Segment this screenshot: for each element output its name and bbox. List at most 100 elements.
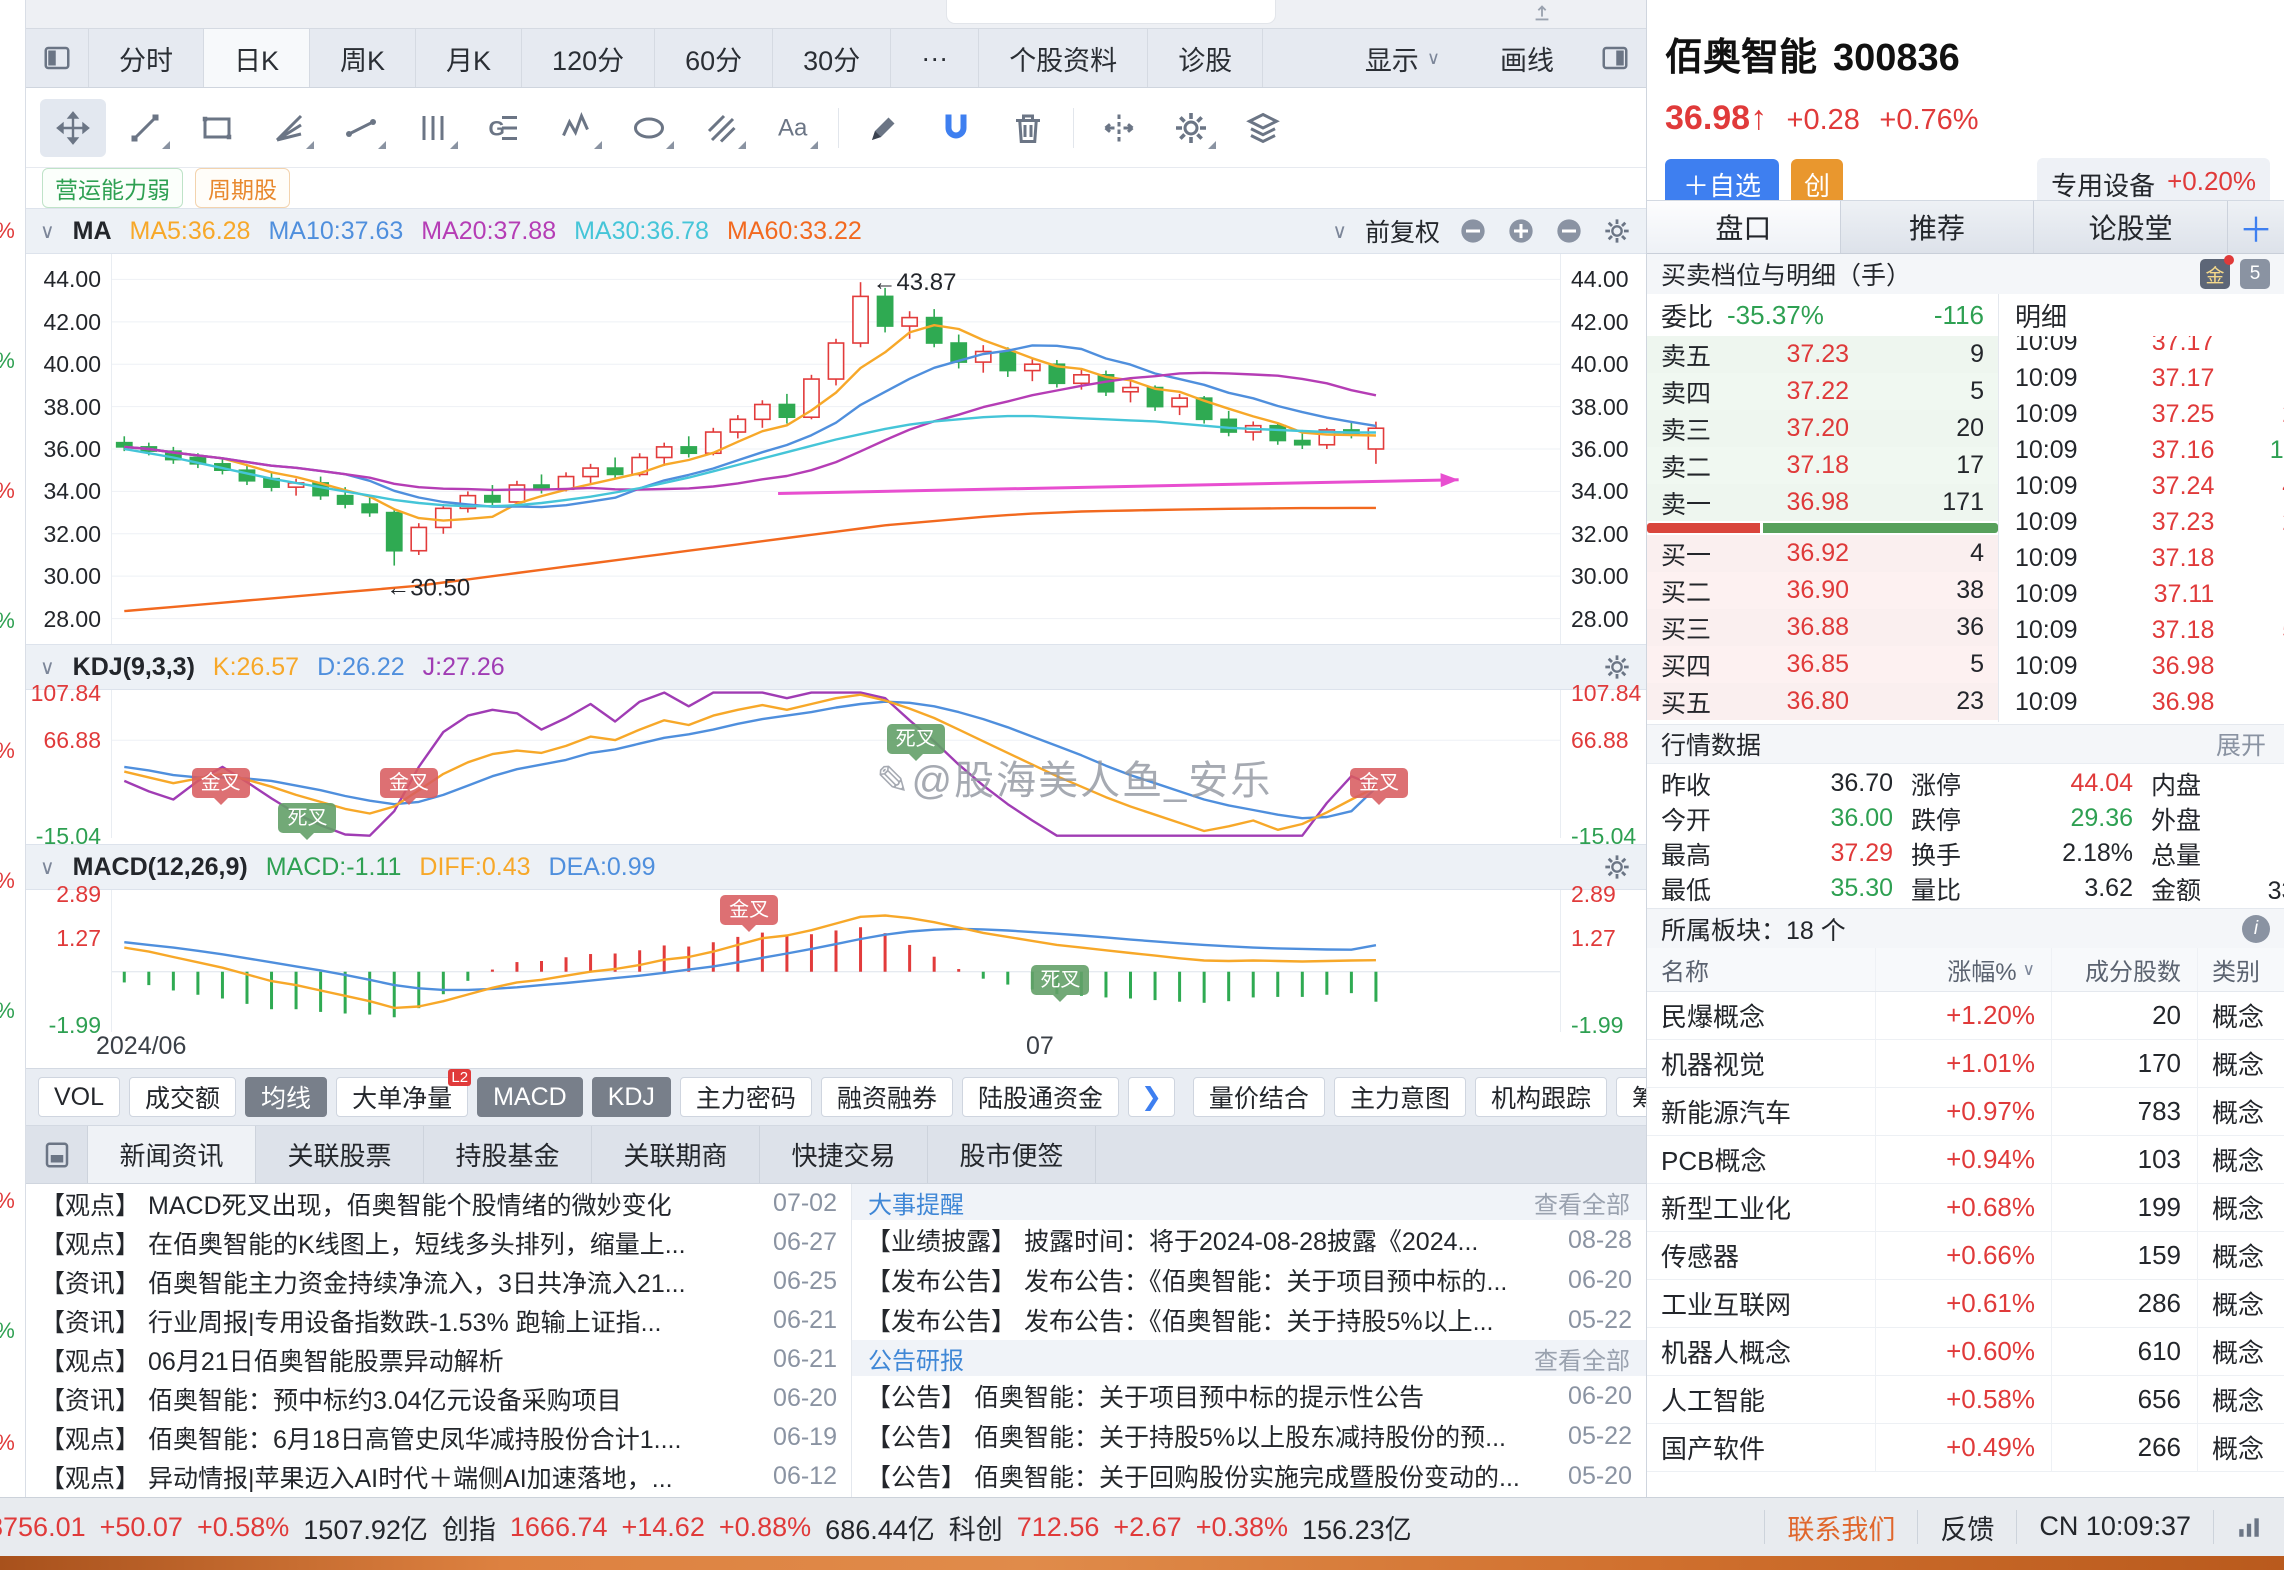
analysis-tab-量价结合[interactable]: 量价结合 <box>1193 1077 1325 1117</box>
info-icon[interactable]: i <box>2242 915 2270 943</box>
gear-icon[interactable] <box>1602 652 1632 682</box>
announcement-item[interactable]: 【业绩披露】披露时间：将于2024-08-28披露《2024...08-28 <box>852 1220 1646 1260</box>
magnet-icon[interactable] <box>923 99 989 157</box>
tab-120分[interactable]: 120分 <box>522 29 655 87</box>
gear-icon[interactable] <box>1602 852 1632 882</box>
tab-日K[interactable]: 日K <box>204 29 310 87</box>
indicator-tab-❯[interactable]: ❯ <box>1128 1077 1175 1117</box>
announcement-item[interactable]: 【发布公告】发布公告：《佰奥智能：关于项目预中标的...06-20 <box>852 1260 1646 1300</box>
announcement-item[interactable]: 【公告】佰奥智能：关于回购股份实施完成暨股份变动的...05-20 <box>852 1456 1646 1496</box>
indicator-tab-大单净量[interactable]: 大单净量L2 <box>336 1077 468 1117</box>
gann-icon[interactable]: G <box>472 99 538 157</box>
sector-row[interactable]: 传感器+0.66%159概念 <box>1647 1232 2284 1280</box>
news-tab-关联股票[interactable]: 关联股票 <box>256 1126 424 1183</box>
news-list-item[interactable]: 【观点】异动情报|苹果迈入AI时代＋端侧AI加速落地，...06-12 <box>26 1457 851 1496</box>
view-all-link[interactable]: 查看全部 <box>1534 1341 1630 1376</box>
news-list-item[interactable]: 【资讯】佰奥智能主力资金持续净流入，3日共净流入21...06-25 <box>26 1262 851 1301</box>
tab-分时[interactable]: 分时 <box>89 29 204 87</box>
price-level-row[interactable]: 卖一36.98171 <box>1647 484 1998 521</box>
sector-row[interactable]: 民爆概念+1.20%20概念 <box>1647 992 2284 1040</box>
toolbar-画线-button[interactable]: 画线 <box>1470 29 1584 87</box>
toolbar-显示-button[interactable]: 显示∨ <box>1335 29 1470 87</box>
sector-row[interactable]: 机器人概念+0.60%610概念 <box>1647 1328 2284 1376</box>
chevron-down-icon[interactable]: ∨ <box>40 655 55 680</box>
price-level-row[interactable]: 买一36.924 <box>1647 535 1998 572</box>
circle-plus-icon[interactable] <box>1506 216 1536 246</box>
indicator-tab-融资融券[interactable]: 融资融券 <box>821 1077 953 1117</box>
contact-link[interactable]: 联系我们 <box>1764 1510 1917 1545</box>
analysis-tab-主力意图[interactable]: 主力意图 <box>1334 1077 1466 1117</box>
expand-link[interactable]: 展开 <box>2216 726 2266 762</box>
gear-icon[interactable] <box>1158 99 1224 157</box>
announcement-item[interactable]: 【公告】佰奥智能：关于项目预中标的提示性公告06-20 <box>852 1376 1646 1416</box>
price-level-row[interactable]: 卖三37.2020 <box>1647 410 1998 447</box>
news-list-item[interactable]: 【观点】在佰奥智能的K线图上，短线多头排列，缩量上...06-27 <box>26 1223 851 1262</box>
chevron-down-icon[interactable]: ∨ <box>1332 219 1347 244</box>
chevron-down-icon[interactable]: ∨ <box>40 219 55 244</box>
sector-row[interactable]: 机器视觉+1.01%170概念 <box>1647 1040 2284 1088</box>
hatch-icon[interactable] <box>688 99 754 157</box>
news-tab-快捷交易[interactable]: 快捷交易 <box>760 1126 928 1183</box>
layers-icon[interactable] <box>1230 99 1296 157</box>
chevron-down-icon[interactable]: ∨ <box>40 855 55 880</box>
sector-row[interactable]: 工业互联网+0.61%286概念 <box>1647 1280 2284 1328</box>
circle-minus-icon[interactable] <box>1554 216 1584 246</box>
move-cross-icon[interactable] <box>40 99 106 157</box>
plot-area[interactable]: ←43.87←30.50 <box>111 254 1561 644</box>
five-level-badge[interactable]: 5 <box>2240 259 2270 289</box>
price-level-row[interactable]: 买三36.8836 <box>1647 609 1998 646</box>
sector-row[interactable]: PCB概念+0.94%103概念 <box>1647 1136 2284 1184</box>
trend-line-icon[interactable] <box>112 99 178 157</box>
level2-gold-badge[interactable]: 金 <box>2200 259 2230 289</box>
split-adjust-icon[interactable] <box>1086 99 1152 157</box>
announcement-item[interactable]: 【发布公告】发布公告：《佰奥智能：关于持股5%以上...05-22 <box>852 1300 1646 1340</box>
gear-icon[interactable] <box>1602 216 1632 246</box>
indicator-tab-均线[interactable]: 均线 <box>245 1077 327 1117</box>
panel-toggle-right-icon[interactable] <box>1584 29 1646 87</box>
price-level-row[interactable]: 买二36.9038 <box>1647 572 1998 609</box>
tab-···[interactable]: ··· <box>891 29 979 87</box>
ellipse-icon[interactable] <box>616 99 682 157</box>
tick-detail-list[interactable]: 10:0937.179110:0937.176110:0937.2524110:… <box>1999 336 2284 722</box>
pencil-icon[interactable] <box>851 99 917 157</box>
news-list-item[interactable]: 【观点】MACD死叉出现，佰奥智能个股情绪的微妙变化07-02 <box>26 1184 851 1223</box>
price-level-row[interactable]: 买四36.855 <box>1647 646 1998 683</box>
adjust-mode-label[interactable]: 前复权 <box>1365 213 1440 249</box>
news-tab-股市便签[interactable]: 股市便签 <box>928 1126 1096 1183</box>
segment-icon[interactable] <box>328 99 394 157</box>
price-level-row[interactable]: 卖二37.1817 <box>1647 447 1998 484</box>
panel-toggle-left-icon[interactable] <box>26 29 89 87</box>
indicator-tab-陆股通资金[interactable]: 陆股通资金 <box>962 1077 1119 1117</box>
indicator-tab-MACD[interactable]: MACD <box>477 1077 583 1117</box>
price-level-row[interactable]: 卖五37.239 <box>1647 336 1998 373</box>
candlestick-pane[interactable]: 44.0042.0040.0038.0036.0034.0032.0030.00… <box>26 254 1646 644</box>
news-list-item[interactable]: 【观点】06月21日佰奥智能股票异动解析06-21 <box>26 1340 851 1379</box>
wave-icon[interactable] <box>544 99 610 157</box>
panel-tab-＋[interactable]: ＋ <box>2228 201 2284 253</box>
sector-row[interactable]: 国产软件+0.49%266概念 <box>1647 1424 2284 1472</box>
price-level-row[interactable]: 卖四37.225 <box>1647 373 1998 410</box>
tab-周K[interactable]: 周K <box>310 29 416 87</box>
col-header-change[interactable]: 涨幅%∨ <box>1875 948 2051 991</box>
sector-row[interactable]: 人工智能+0.58%656概念 <box>1647 1376 2284 1424</box>
stock-tag[interactable]: 营运能力弱 <box>42 168 183 208</box>
col-header-type[interactable]: 类别 <box>2197 948 2284 991</box>
fan-lines-icon[interactable] <box>256 99 322 157</box>
indicator-tab-成交额[interactable]: 成交额 <box>129 1077 236 1117</box>
news-tab-新闻资讯[interactable]: 新闻资讯 <box>88 1126 256 1183</box>
analysis-tab-机构跟踪[interactable]: 机构跟踪 <box>1475 1077 1607 1117</box>
view-all-link[interactable]: 查看全部 <box>1534 1185 1630 1220</box>
search-input[interactable] <box>946 0 1276 24</box>
kdj-pane[interactable]: 107.8466.88-15.04金叉死叉金叉死叉金叉107.8466.88-1… <box>26 690 1646 838</box>
trash-icon[interactable] <box>995 99 1061 157</box>
sector-row[interactable]: 新能源汽车+0.97%783概念 <box>1647 1088 2284 1136</box>
tab-60分[interactable]: 60分 <box>655 29 773 87</box>
news-list-item[interactable]: 【观点】佰奥智能：6月18日高管史凤华减持股份合计1....06-19 <box>26 1418 851 1457</box>
vertical-lines-icon[interactable] <box>400 99 466 157</box>
news-tab-持股基金[interactable]: 持股基金 <box>424 1126 592 1183</box>
panel-tab-推荐[interactable]: 推荐 <box>1841 201 2035 253</box>
macd-pane[interactable]: 2.891.27-1.99金叉死叉2.891.27-1.99 <box>26 890 1646 1032</box>
panel-tab-盘口[interactable]: 盘口 <box>1647 201 1841 253</box>
stock-tag[interactable]: 周期股 <box>195 168 290 208</box>
panel-tab-论股堂[interactable]: 论股堂 <box>2034 201 2228 253</box>
